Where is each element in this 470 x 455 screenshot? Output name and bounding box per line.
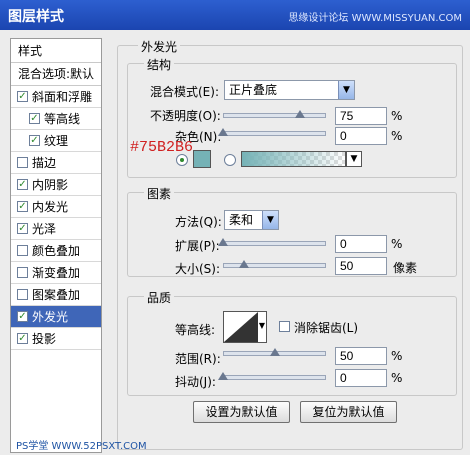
elements-title: 图素 xyxy=(144,185,175,202)
style-item[interactable]: 图案叠加 xyxy=(11,284,101,306)
style-checkbox[interactable] xyxy=(17,289,28,300)
technique-label: 方法(Q): xyxy=(175,215,222,229)
glow-color-swatch[interactable] xyxy=(193,150,211,168)
blend-options-default[interactable]: 混合选项:默认 xyxy=(11,63,101,86)
style-item-label: 纹理 xyxy=(44,133,69,148)
style-item[interactable]: 描边 xyxy=(11,152,101,174)
styles-header[interactable]: 样式 xyxy=(11,39,101,63)
spread-percent: % xyxy=(391,237,403,251)
noise-slider-thumb[interactable] xyxy=(218,128,228,136)
blend-mode-label: 混合模式(E): xyxy=(150,85,219,99)
antialias-checkbox[interactable] xyxy=(279,321,290,332)
style-item-label: 光泽 xyxy=(32,221,57,236)
style-item-label: 外发光 xyxy=(32,309,69,324)
contour-label: 等高线: xyxy=(175,323,216,337)
size-unit: 像素 xyxy=(393,261,418,275)
contour-curve-icon xyxy=(224,312,258,342)
style-item[interactable]: ✓ 纹理 xyxy=(11,130,101,152)
blend-mode-value: 正片叠底 xyxy=(229,83,278,97)
jitter-slider[interactable] xyxy=(223,375,326,380)
style-checkbox[interactable]: ✓ xyxy=(29,113,40,124)
style-checkbox[interactable]: ✓ xyxy=(29,135,40,146)
style-item-label: 颜色叠加 xyxy=(32,243,81,258)
contour-dropdown-icon[interactable]: ▼ xyxy=(259,321,265,330)
style-checkbox[interactable] xyxy=(17,267,28,278)
size-slider-thumb[interactable] xyxy=(238,260,249,268)
noise-input[interactable]: 0 xyxy=(335,127,387,145)
range-percent: % xyxy=(391,349,403,363)
spread-input[interactable]: 0 xyxy=(335,235,387,253)
opacity-slider[interactable] xyxy=(223,113,326,118)
chevron-down-icon: ▼ xyxy=(262,211,278,229)
style-checkbox[interactable]: ✓ xyxy=(17,311,28,322)
style-item[interactable]: ✓ 光泽 xyxy=(11,218,101,240)
styles-panel: 样式 混合选项:默认 ✓ 斜面和浮雕 ✓ 等高线 ✓ 纹理描边 ✓ 内阴影 ✓ 内发光 ✓ 光泽颜色叠… xyxy=(10,38,102,453)
style-checkbox[interactable]: ✓ xyxy=(17,333,28,344)
style-checkbox[interactable]: ✓ xyxy=(17,91,28,102)
noise-percent: % xyxy=(391,129,403,143)
quality-title: 品质 xyxy=(144,289,175,306)
solid-color-radio[interactable] xyxy=(176,154,188,166)
window-title: 图层样式 xyxy=(8,9,64,25)
title-watermark: 思缘设计论坛 WWW.MISSYUAN.COM xyxy=(288,13,462,24)
radio-selected-dot xyxy=(180,158,184,162)
style-item-label: 斜面和浮雕 xyxy=(32,89,93,104)
style-checkbox[interactable] xyxy=(17,157,28,168)
opacity-input[interactable]: 75 xyxy=(335,107,387,125)
make-default-button[interactable]: 设置为默认值 xyxy=(193,401,290,423)
spread-label: 扩展(P): xyxy=(175,239,220,253)
style-item-label: 等高线 xyxy=(44,111,81,126)
style-item[interactable]: 渐变叠加 xyxy=(11,262,101,284)
gradient-radio[interactable] xyxy=(224,154,236,166)
style-item[interactable]: ✓ 斜面和浮雕 xyxy=(11,86,101,108)
style-item[interactable]: ✓ 等高线 xyxy=(11,108,101,130)
style-item[interactable]: ✓ 外发光 xyxy=(11,306,101,328)
opacity-slider-thumb[interactable] xyxy=(295,110,306,118)
style-item[interactable]: ✓ 内发光 xyxy=(11,196,101,218)
opacity-label: 不透明度(O): xyxy=(150,109,221,123)
style-item-label: 投影 xyxy=(32,331,57,346)
structure-title: 结构 xyxy=(144,56,175,73)
antialias-label: 消除锯齿(L) xyxy=(294,321,359,335)
size-label: 大小(S): xyxy=(175,262,221,276)
style-item[interactable]: ✓ 内阴影 xyxy=(11,174,101,196)
jitter-input[interactable]: 0 xyxy=(335,369,387,387)
style-item[interactable]: ✓ 投影 xyxy=(11,328,101,350)
jitter-slider-thumb[interactable] xyxy=(218,372,228,380)
style-checkbox[interactable] xyxy=(17,245,28,256)
technique-value: 柔和 xyxy=(229,213,254,227)
technique-select[interactable]: 柔和 ▼ xyxy=(224,210,279,230)
jitter-label: 抖动(J): xyxy=(175,375,216,389)
style-item-label: 图案叠加 xyxy=(32,287,81,302)
opacity-percent: % xyxy=(391,109,403,123)
style-item-label: 内发光 xyxy=(32,199,69,214)
title-bar: 图层样式 思缘设计论坛 WWW.MISSYUAN.COM xyxy=(0,0,470,30)
jitter-percent: % xyxy=(391,371,403,385)
spread-slider[interactable] xyxy=(223,241,326,246)
size-input[interactable]: 50 xyxy=(335,257,387,275)
style-item-label: 内阴影 xyxy=(32,177,69,192)
reset-default-button[interactable]: 复位为默认值 xyxy=(300,401,397,423)
blend-mode-select[interactable]: 正片叠底 ▼ xyxy=(224,80,355,100)
style-item[interactable]: 颜色叠加 xyxy=(11,240,101,262)
glow-gradient-swatch[interactable] xyxy=(241,151,346,167)
outer-glow-title: 外发光 xyxy=(138,38,181,55)
contour-picker[interactable]: ▼ xyxy=(223,311,267,343)
style-checkbox[interactable]: ✓ xyxy=(17,201,28,212)
noise-slider[interactable] xyxy=(223,131,326,136)
style-checkbox[interactable]: ✓ xyxy=(17,179,28,190)
chevron-down-icon: ▼ xyxy=(338,81,354,99)
range-label: 范围(R): xyxy=(175,352,221,366)
spread-slider-thumb[interactable] xyxy=(218,238,228,246)
style-item-label: 渐变叠加 xyxy=(32,265,81,280)
range-slider-thumb[interactable] xyxy=(269,348,280,356)
style-checkbox[interactable]: ✓ xyxy=(17,223,28,234)
range-input[interactable]: 50 xyxy=(335,347,387,365)
footer-watermark: PS学堂 WWW.52PSXT.COM xyxy=(16,441,147,452)
style-item-label: 描边 xyxy=(32,155,57,170)
gradient-dropdown-icon[interactable]: ▼ xyxy=(346,151,362,167)
